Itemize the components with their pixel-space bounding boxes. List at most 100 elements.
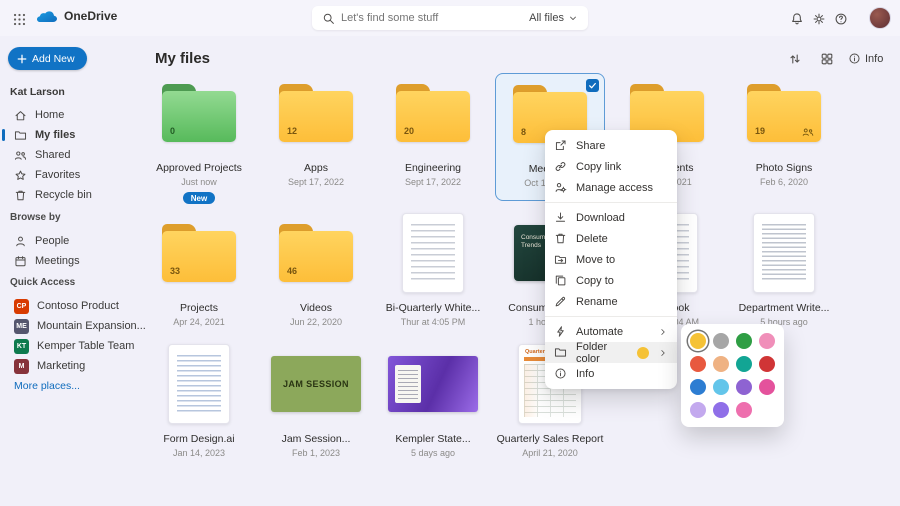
sidebar-item-favorites[interactable]: Favorites bbox=[6, 165, 148, 185]
color-swatch[interactable] bbox=[713, 356, 729, 372]
color-swatch[interactable] bbox=[759, 333, 775, 349]
info-pane-button[interactable]: Info bbox=[848, 52, 883, 65]
sidebar-item-contoso-product[interactable]: CP Contoso Product bbox=[6, 296, 148, 316]
new-badge: New bbox=[183, 192, 215, 204]
file-card-approved-projects[interactable]: 0 Approved Projects Just now New bbox=[144, 73, 254, 201]
file-card-projects[interactable]: 33 Projects Apr 24, 2021 bbox=[144, 213, 254, 341]
file-card-department-writeup[interactable]: Department Write... 5 hours ago bbox=[729, 213, 839, 341]
menu-item-automate[interactable]: Automate bbox=[545, 321, 677, 342]
search-bar[interactable]: All files bbox=[312, 6, 588, 30]
color-swatch[interactable] bbox=[690, 356, 706, 372]
sort-button[interactable] bbox=[788, 52, 802, 66]
sidebar-item-kemper-table-team[interactable]: KT Kemper Table Team bbox=[6, 336, 148, 356]
menu-item-download[interactable]: Download bbox=[545, 207, 677, 228]
menu-item-rename[interactable]: Rename bbox=[545, 291, 677, 312]
menu-item-folder-color[interactable]: Folder color bbox=[545, 342, 677, 363]
user-avatar[interactable] bbox=[869, 7, 891, 29]
file-card-engineering[interactable]: 20 Engineering Sept 17, 2022 bbox=[378, 73, 488, 201]
folder-color-picker bbox=[681, 324, 784, 427]
more-places-link[interactable]: More places... bbox=[14, 380, 80, 392]
color-swatch[interactable] bbox=[759, 356, 775, 372]
menu-item-copy-to[interactable]: Copy to bbox=[545, 270, 677, 291]
folder-item-count: 19 bbox=[755, 126, 765, 136]
color-swatch[interactable] bbox=[713, 333, 729, 349]
file-card-jam-session[interactable]: JAM SESSION Jam Session... Feb 1, 2023 bbox=[261, 344, 371, 472]
user-name: Kat Larson bbox=[10, 86, 65, 98]
sidebar-item-my-files[interactable]: My files bbox=[6, 125, 148, 145]
download-icon bbox=[554, 211, 567, 224]
sidebar-item-meetings[interactable]: Meetings bbox=[6, 251, 148, 271]
file-card-bi-quarterly-whitepaper[interactable]: Bi-Quarterly White... Thur at 4:05 PM bbox=[378, 213, 488, 341]
help-button[interactable] bbox=[830, 8, 852, 30]
file-card-kempler-state[interactable]: Kempler State... 5 days ago bbox=[378, 344, 488, 472]
file-card-apps[interactable]: 12 Apps Sept 17, 2022 bbox=[261, 73, 371, 201]
home-icon bbox=[14, 109, 27, 122]
file-name: Apps bbox=[261, 162, 371, 174]
file-date: Just now bbox=[144, 177, 254, 187]
menu-item-info[interactable]: Info bbox=[545, 363, 677, 384]
document-thumbnail bbox=[753, 213, 815, 293]
color-swatch[interactable] bbox=[713, 379, 729, 395]
color-swatch[interactable] bbox=[736, 379, 752, 395]
shared-people-icon bbox=[802, 127, 814, 137]
app-launcher-icon[interactable] bbox=[8, 8, 30, 30]
sidebar-item-recycle-bin[interactable]: Recycle bin bbox=[6, 185, 148, 205]
color-swatch[interactable] bbox=[759, 379, 775, 395]
chevron-right-icon bbox=[658, 327, 668, 337]
selected-nav-indicator bbox=[2, 129, 5, 141]
person-icon bbox=[14, 235, 27, 248]
color-swatch[interactable] bbox=[690, 379, 706, 395]
menu-item-delete[interactable]: Delete bbox=[545, 228, 677, 249]
trash-icon bbox=[554, 232, 567, 245]
notifications-button[interactable] bbox=[786, 8, 808, 30]
folder-item-count: 20 bbox=[404, 126, 414, 136]
grid-view-button[interactable] bbox=[820, 52, 834, 66]
rename-icon bbox=[554, 295, 567, 308]
file-date: Jan 14, 2023 bbox=[144, 448, 254, 458]
file-card-videos[interactable]: 46 Videos Jun 22, 2020 bbox=[261, 213, 371, 341]
chevron-right-icon bbox=[658, 348, 668, 358]
grid-view-icon bbox=[820, 52, 834, 66]
help-icon bbox=[834, 12, 848, 26]
presentation-thumbnail bbox=[388, 356, 478, 412]
sidebar-item-home[interactable]: Home bbox=[6, 105, 148, 125]
menu-item-move-to[interactable]: Move to bbox=[545, 249, 677, 270]
share-icon bbox=[554, 139, 567, 152]
folder-item-count: 12 bbox=[287, 126, 297, 136]
color-swatch[interactable] bbox=[736, 356, 752, 372]
folder-item-count: 8 bbox=[521, 127, 526, 137]
menu-item-copy-link[interactable]: Copy link bbox=[545, 156, 677, 177]
color-swatch[interactable] bbox=[713, 402, 729, 418]
search-icon bbox=[322, 12, 335, 25]
color-swatch[interactable] bbox=[690, 402, 706, 418]
menu-item-manage-access[interactable]: Manage access bbox=[545, 177, 677, 198]
file-card-form-design[interactable]: Form Design.ai Jan 14, 2023 bbox=[144, 344, 254, 472]
top-bar: OneDrive All files bbox=[0, 0, 900, 36]
file-name: Projects bbox=[144, 302, 254, 314]
sidebar-item-marketing[interactable]: M Marketing bbox=[6, 356, 148, 376]
menu-divider bbox=[545, 316, 677, 317]
add-new-button[interactable]: Add New bbox=[8, 47, 87, 70]
search-input[interactable] bbox=[341, 12, 523, 24]
onedrive-cloud-icon bbox=[36, 9, 58, 23]
sidebar-item-people[interactable]: People bbox=[6, 231, 148, 251]
search-scope-dropdown[interactable]: All files bbox=[529, 12, 578, 24]
file-card-photo-signs[interactable]: 19 Photo Signs Feb 6, 2020 bbox=[729, 73, 839, 201]
file-name: Department Write... bbox=[729, 302, 839, 314]
sidebar-item-mountain-expansion[interactable]: ME Mountain Expansion... bbox=[6, 316, 148, 336]
selection-checkbox[interactable] bbox=[586, 79, 599, 92]
color-swatch[interactable] bbox=[736, 402, 752, 418]
folder-thumbnail: 12 bbox=[279, 84, 353, 142]
team-avatar: KT bbox=[14, 339, 29, 354]
color-swatch[interactable] bbox=[736, 333, 752, 349]
sidebar-item-shared[interactable]: Shared bbox=[6, 145, 148, 165]
folder-item-count: 33 bbox=[170, 266, 180, 276]
color-swatch[interactable] bbox=[690, 333, 706, 349]
document-thumbnail bbox=[168, 344, 230, 424]
menu-item-share[interactable]: Share bbox=[545, 135, 677, 156]
menu-divider bbox=[545, 202, 677, 203]
file-name: Bi-Quarterly White... bbox=[378, 302, 488, 314]
settings-button[interactable] bbox=[808, 8, 830, 30]
team-avatar: ME bbox=[14, 319, 29, 334]
onedrive-logo[interactable]: OneDrive bbox=[36, 9, 117, 23]
